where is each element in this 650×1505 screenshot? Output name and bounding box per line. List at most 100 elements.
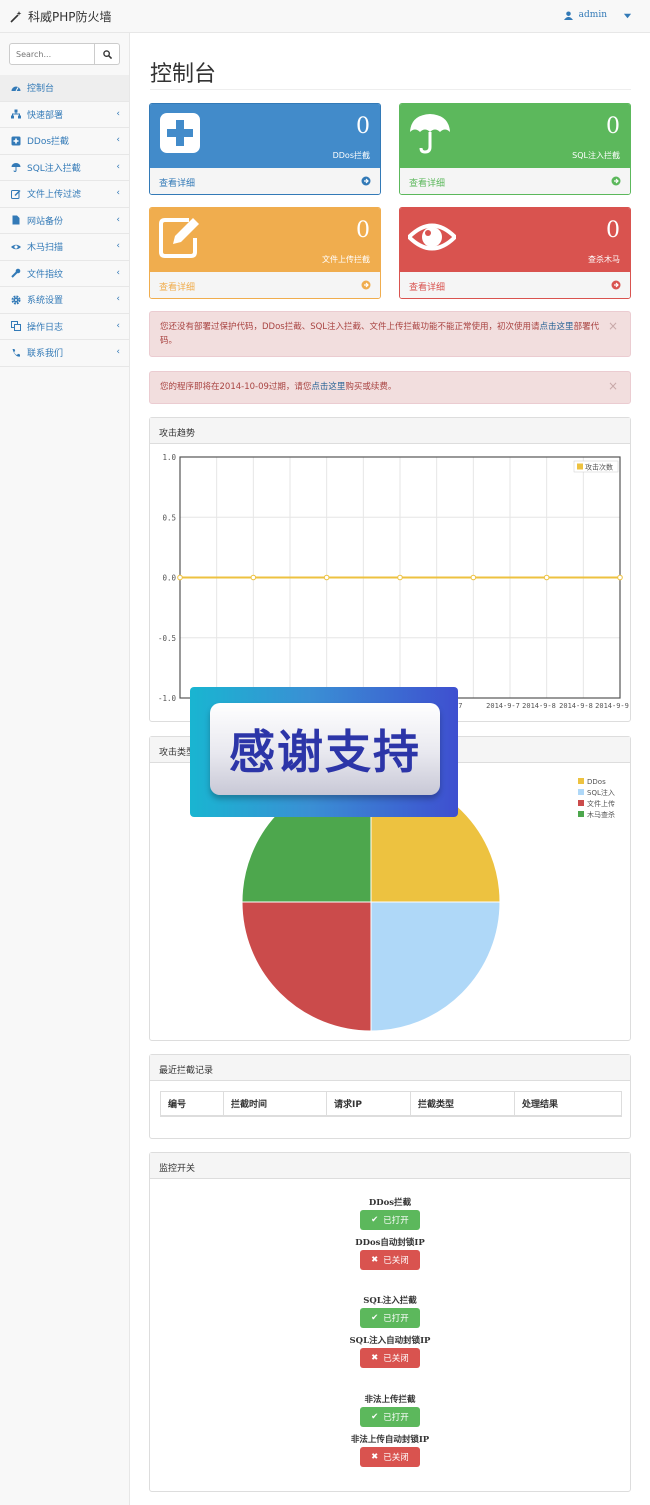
column-header: 拦截时间 xyxy=(223,1091,327,1117)
y-tick-label: -1.0 xyxy=(158,694,177,703)
caret-down-icon xyxy=(623,13,632,18)
switch-off-button[interactable]: ✖ 已关闭 xyxy=(360,1447,420,1467)
chevron-left-icon: ‹ xyxy=(116,214,120,225)
sidebar-item-backup[interactable]: 网站备份 ‹ xyxy=(0,208,129,234)
data-point xyxy=(617,574,623,581)
switch-off-button[interactable]: ✖ 已关闭 xyxy=(360,1348,420,1368)
page-title: 控制台 xyxy=(150,62,217,87)
search-input[interactable] xyxy=(9,43,95,65)
user-icon xyxy=(563,10,573,20)
arrow-circle-right-icon xyxy=(361,280,371,290)
stat-card-ddos: 0 DDos拦截 查看详细 xyxy=(149,103,381,195)
stat-detail-link[interactable]: 查看详细 xyxy=(400,272,630,298)
x-tick-label: 2014-9-7 xyxy=(486,702,520,710)
check-icon: ✔ xyxy=(371,1412,379,1422)
column-header: 处理结果 xyxy=(514,1091,622,1117)
search-button[interactable] xyxy=(95,43,120,65)
switch-title: DDos自动封锁IP xyxy=(355,1238,425,1248)
pie-slice xyxy=(241,901,372,1032)
panel-recent-records: 最近拦截记录 编号 拦截时间 请求IP 拦截类型 处理结果 xyxy=(149,1054,631,1139)
gear-icon xyxy=(11,295,21,305)
chevron-left-icon: ‹ xyxy=(116,135,120,145)
brand[interactable]: 科威PHP防火墙 xyxy=(10,8,112,25)
sidebar-item-quick-deploy[interactable]: 快速部署 ‹ xyxy=(0,102,129,128)
x-tick-label: 2014-9-8 xyxy=(559,702,593,710)
data-point xyxy=(323,574,330,581)
search-icon xyxy=(102,49,112,59)
pie-slice xyxy=(370,901,501,1032)
stat-value: 0 xyxy=(356,218,370,243)
stat-detail-link[interactable]: 查看详细 xyxy=(150,272,380,298)
data-point xyxy=(543,574,550,581)
switch-on-button[interactable]: ✔ 已打开 xyxy=(360,1308,420,1328)
legend-swatch xyxy=(578,778,584,784)
chevron-left-icon: ‹ xyxy=(116,267,120,278)
data-point xyxy=(250,574,257,581)
sidebar-item-dashboard[interactable]: 控制台 xyxy=(0,75,129,102)
phone-icon xyxy=(11,348,21,358)
username: admin xyxy=(578,10,607,20)
plus-square-icon xyxy=(160,113,200,153)
sidebar-item-ddos[interactable]: DDos拦截 ‹ xyxy=(0,128,129,155)
x-tick-label: 2014-9-8 xyxy=(522,702,556,710)
thanks-watermark: 感谢支持 xyxy=(190,687,458,817)
chevron-left-icon: ‹ xyxy=(116,188,120,198)
sidebar-item-sql[interactable]: SQL注入拦截 ‹ xyxy=(0,155,129,181)
sidebar-item-contact[interactable]: 联系我们 ‹ xyxy=(0,340,129,367)
legend-label: DDos xyxy=(587,778,606,786)
title-divider xyxy=(150,89,631,90)
arrow-circle-right-icon xyxy=(611,280,621,290)
sidebar-item-upload-filter[interactable]: 文件上传过滤 ‹ xyxy=(0,181,129,208)
check-icon: ✔ xyxy=(371,1313,379,1323)
column-header: 编号 xyxy=(160,1091,224,1117)
sidebar-item-settings[interactable]: 系统设置 ‹ xyxy=(0,287,129,314)
close-icon[interactable]: × xyxy=(608,319,618,333)
stat-value: 0 xyxy=(606,218,620,243)
panel-title: 攻击趋势 xyxy=(150,418,630,444)
chevron-left-icon: ‹ xyxy=(116,161,120,172)
switch-on-button[interactable]: ✔ 已打开 xyxy=(360,1407,420,1427)
umbrella-icon xyxy=(11,162,21,173)
edit-icon xyxy=(11,189,21,199)
arrow-circle-right-icon xyxy=(361,176,371,186)
watermark-text: 感谢支持 xyxy=(229,725,421,779)
switch-off-button[interactable]: ✖ 已关闭 xyxy=(360,1250,420,1270)
close-icon[interactable]: × xyxy=(608,379,618,393)
data-point xyxy=(397,574,403,581)
sidebar-item-fingerprint[interactable]: 文件指纹 ‹ xyxy=(0,261,129,287)
chevron-left-icon: ‹ xyxy=(116,108,120,119)
legend-label: 文件上传 xyxy=(587,799,615,808)
sidebar-item-logs[interactable]: 操作日志 ‹ xyxy=(0,314,129,340)
records-table: 编号 拦截时间 请求IP 拦截类型 处理结果 xyxy=(160,1091,622,1117)
user-menu[interactable]: admin xyxy=(563,10,632,20)
switch-on-button[interactable]: ✔ 已打开 xyxy=(360,1210,420,1230)
deploy-link[interactable]: 点击这里 xyxy=(540,322,574,332)
top-navbar: 科威PHP防火墙 admin xyxy=(0,0,650,33)
edit-icon xyxy=(159,218,199,258)
stat-label: DDos拦截 xyxy=(332,151,370,160)
stat-card-upload: 0 文件上传拦截 查看详细 xyxy=(149,207,381,299)
chevron-left-icon: ‹ xyxy=(116,320,120,331)
panel-title: 监控开关 xyxy=(150,1153,630,1179)
legend-label: SQL注入 xyxy=(587,788,615,797)
umbrella-icon xyxy=(410,114,450,154)
legend-swatch xyxy=(578,811,584,817)
close-icon: ✖ xyxy=(371,1353,379,1363)
wrench-icon xyxy=(11,268,21,278)
switch-group-upload: 非法上传拦截 ✔ 已打开 非法上传自动封锁IP ✖ 已关闭 xyxy=(150,1393,630,1473)
panel-attack-trend: 攻击趋势 1.00.50.0-0.5-1.0-9-72014-9-72014-9… xyxy=(149,417,631,722)
stat-detail-link[interactable]: 查看详细 xyxy=(150,168,380,194)
panel-monitor-switches: 监控开关 DDos拦截 ✔ 已打开 DDos自动封锁IP ✖ 已关闭 SQL注入拦截… xyxy=(149,1152,631,1492)
alert-deploy: 您还没有部署过保护代码，DDos拦截、SQL注入拦截、文件上传拦截功能不能正常使… xyxy=(149,311,631,357)
legend-label: 攻击次数 xyxy=(585,463,613,472)
y-tick-label: 1.0 xyxy=(162,453,176,462)
renew-link[interactable]: 点击这里 xyxy=(311,382,345,392)
sitemap-icon xyxy=(11,109,21,119)
attack-trend-chart: 1.00.50.0-0.5-1.0-9-72014-9-72014-9-8201… xyxy=(158,453,629,710)
sidebar-item-trojan-scan[interactable]: 木马扫描 ‹ xyxy=(0,234,129,261)
close-icon: ✖ xyxy=(371,1255,379,1265)
sidebar: 控制台 快速部署 ‹ DDos拦截 ‹ SQL注入拦截 ‹ 文件上传过滤 ‹ 网… xyxy=(0,33,130,1505)
stat-detail-link[interactable]: 查看详细 xyxy=(400,168,630,194)
stat-label: 文件上传拦截 xyxy=(322,255,370,264)
column-header: 拦截类型 xyxy=(410,1091,515,1117)
